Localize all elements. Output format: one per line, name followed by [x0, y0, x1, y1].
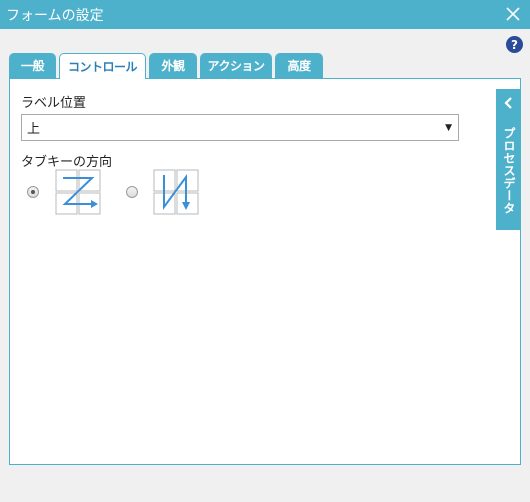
tab-direction-vertical-radio[interactable]: [126, 186, 138, 198]
close-icon[interactable]: [504, 5, 522, 23]
dropdown-arrow-icon: ▼: [445, 123, 452, 133]
tab-key-direction-label: タブキーの方向: [21, 155, 113, 170]
vertical-tab-order-icon[interactable]: [153, 169, 199, 215]
tab-advanced[interactable]: 高度: [275, 53, 323, 78]
window-title: フォームの設定: [6, 7, 104, 24]
title-bar: フォームの設定: [0, 0, 530, 29]
process-data-label: プロセスデータ: [502, 127, 516, 215]
chevron-left-icon[interactable]: [503, 97, 514, 109]
tab-control[interactable]: コントロール: [59, 53, 146, 79]
tab-appearance[interactable]: 外観: [149, 53, 197, 78]
control-settings-panel: ラベル位置 上 ▼ タブキーの方向: [9, 78, 521, 465]
tab-general[interactable]: 一般: [9, 53, 56, 78]
tab-direction-horizontal-radio[interactable]: [27, 186, 39, 198]
label-position-label: ラベル位置: [21, 96, 87, 111]
horizontal-tab-order-icon[interactable]: [55, 169, 101, 215]
process-data-side-panel[interactable]: プロセスデータ: [496, 89, 521, 230]
help-icon[interactable]: ?: [506, 36, 523, 53]
tab-action[interactable]: アクション: [200, 53, 272, 78]
label-position-select[interactable]: 上 ▼: [21, 114, 459, 141]
tab-bar: 一般 コントロール 外観 アクション 高度: [9, 53, 326, 79]
label-position-value: 上: [27, 122, 41, 137]
